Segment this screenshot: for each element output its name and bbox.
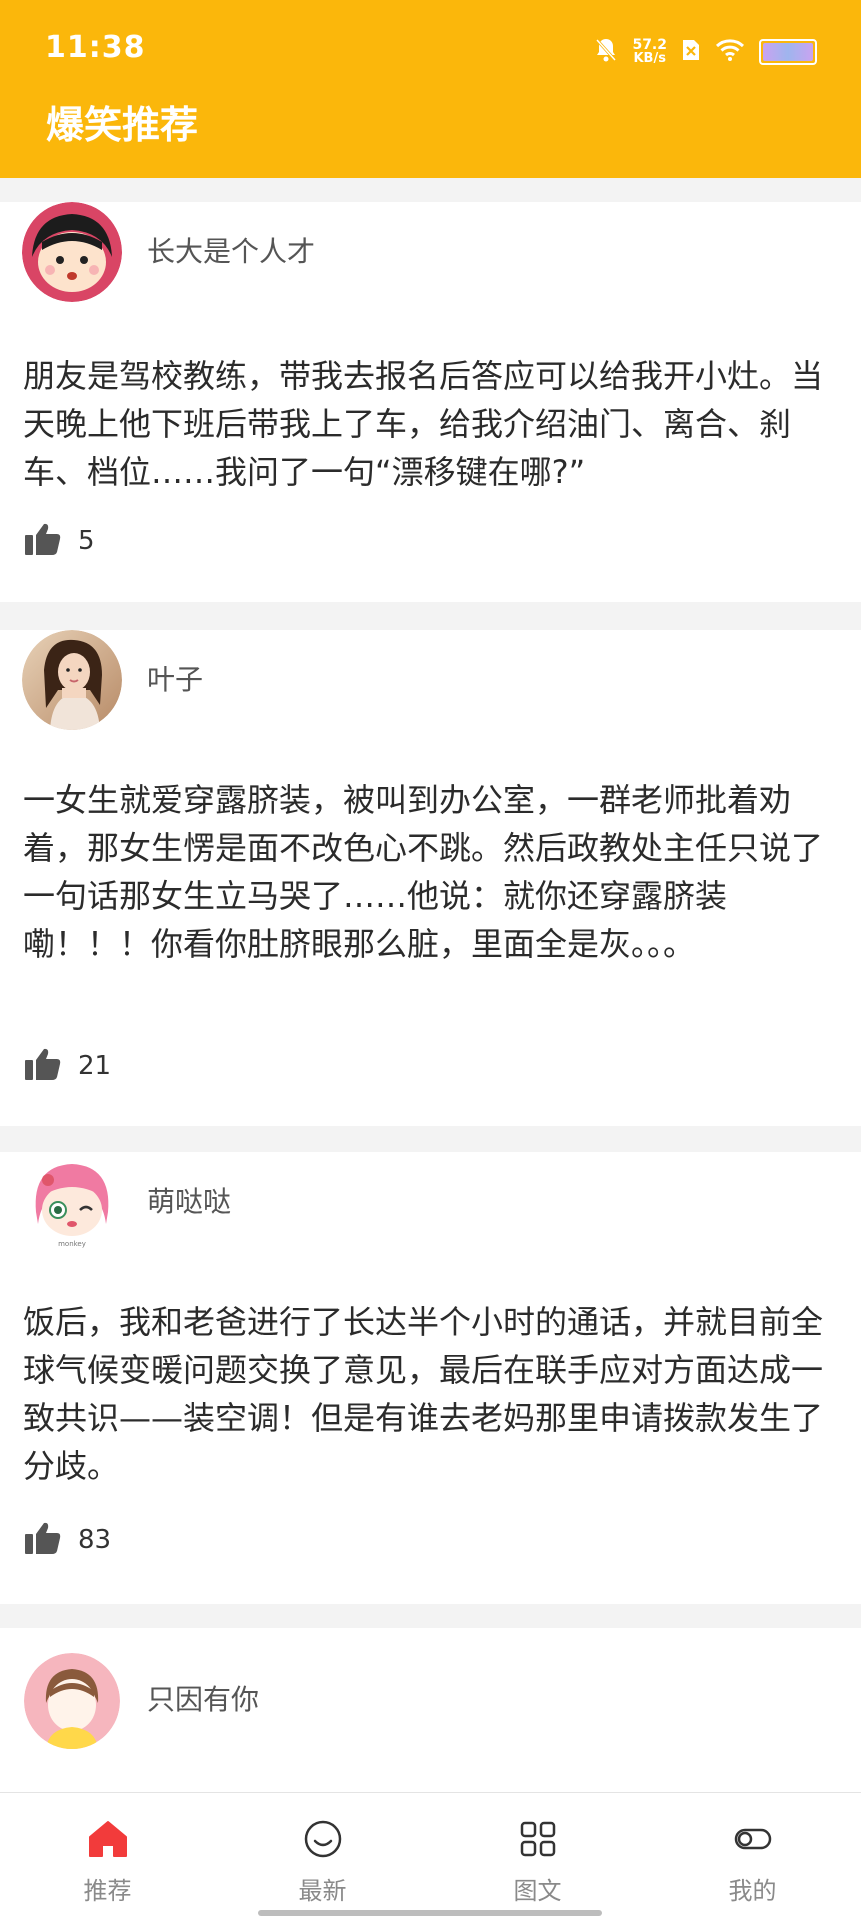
post-card[interactable]: 叶子 一女生就爱穿露脐装，被叫到办公室，一群老师批着劝着，那女生愣是面不改色心不… [0, 630, 861, 1126]
status-icons: 57.2 KB/s [594, 34, 817, 70]
tab-label: 推荐 [83, 1877, 132, 1905]
home-indicator[interactable] [258, 1910, 602, 1916]
post-content: 朋友是驾校教练，带我去报名后答应可以给我开小灶。当天晚上他下班后带我上了车，给我… [23, 357, 824, 491]
bottom-tab-bar: 推荐 最新 图文 我的 [0, 1792, 861, 1921]
like-count: 83 [78, 1525, 112, 1555]
wifi-icon [715, 38, 745, 66]
smile-icon [303, 1819, 343, 1859]
tab-recommend[interactable]: 推荐 [0, 1793, 215, 1921]
like-count: 21 [78, 1051, 112, 1081]
post-card[interactable]: 只因有你 [0, 1628, 861, 1792]
post-content: 饭后，我和老爸进行了长达半个小时的通话，并就目前全球气候变暖问题交换了意见，最后… [23, 1303, 824, 1485]
profile-toggle-icon [733, 1819, 773, 1859]
like-button[interactable]: 21 [24, 1047, 111, 1085]
battery-icon [759, 39, 817, 65]
sim-x-icon [681, 38, 701, 66]
like-count: 5 [78, 526, 95, 556]
page-title: 爆笑推荐 [46, 103, 199, 147]
avatar[interactable] [22, 202, 122, 302]
avatar[interactable]: monkey [22, 1152, 122, 1252]
username[interactable]: 萌哒哒 [147, 1182, 231, 1222]
like-button[interactable]: 83 [24, 1521, 111, 1559]
net-speed: 57.2 KB/s [632, 38, 667, 66]
bell-muted-icon [594, 37, 618, 67]
joke-feed[interactable]: 长大是个人才 朋友是驾校教练，带我去报名后答应可以给我开小灶。当天晚上他下班后带… [0, 178, 861, 1792]
post-content: 一女生就爱穿露脐装，被叫到办公室，一群老师批着劝着，那女生愣是面不改色心不跳。然… [23, 781, 824, 963]
thumbs-up-icon [24, 1521, 62, 1559]
tab-image-text[interactable]: 图文 [430, 1793, 645, 1921]
username[interactable]: 长大是个人才 [147, 232, 315, 272]
svg-text:monkey: monkey [58, 1240, 86, 1248]
tab-latest[interactable]: 最新 [215, 1793, 430, 1921]
avatar[interactable] [24, 1653, 120, 1749]
tab-mine[interactable]: 我的 [645, 1793, 860, 1921]
thumbs-up-icon [24, 1047, 62, 1085]
post-card[interactable]: monkey 萌哒哒 饭后，我和老爸进行了长达半个小时的通话，并就目前全球气候变… [0, 1152, 861, 1604]
like-button[interactable]: 5 [24, 522, 95, 560]
battery-fill [763, 43, 813, 61]
tab-label: 最新 [298, 1877, 347, 1905]
avatar[interactable] [22, 630, 122, 730]
tab-label: 图文 [513, 1877, 562, 1905]
net-speed-unit: KB/s [633, 51, 666, 66]
username[interactable]: 叶子 [147, 660, 203, 700]
thumbs-up-icon [24, 522, 62, 560]
username[interactable]: 只因有你 [147, 1680, 259, 1720]
app-header: 11:38 57.2 KB/s 爆笑推荐 [0, 0, 861, 178]
tab-label: 我的 [728, 1877, 777, 1905]
grid-icon [518, 1819, 558, 1859]
status-bar: 11:38 57.2 KB/s [0, 0, 861, 100]
post-card[interactable]: 长大是个人才 朋友是驾校教练，带我去报名后答应可以给我开小灶。当天晚上他下班后带… [0, 202, 861, 602]
home-icon [88, 1819, 128, 1859]
status-time: 11:38 [45, 30, 146, 65]
